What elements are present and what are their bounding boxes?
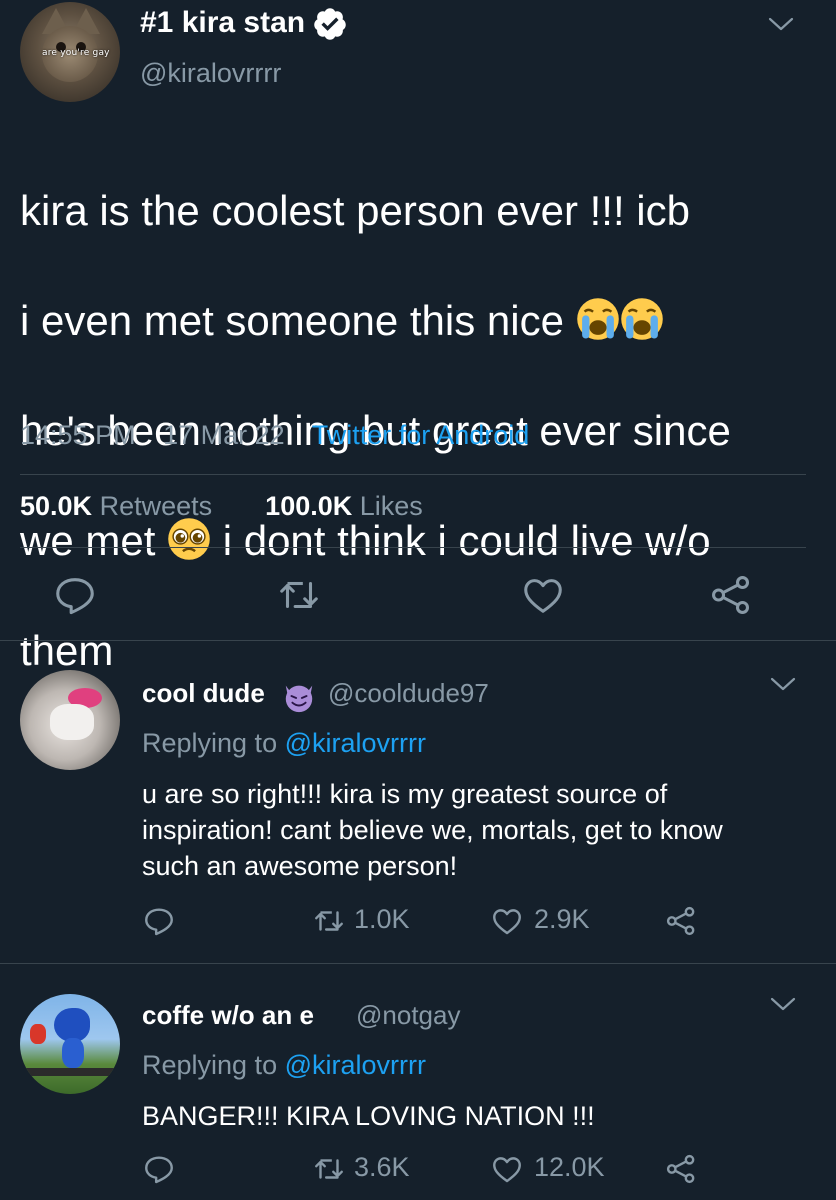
reply-author-name[interactable]: coffe w/o an e <box>142 1000 314 1031</box>
tweet-date: 17 Mar 22 <box>163 420 285 450</box>
likes-label[interactable]: Likes <box>360 491 423 521</box>
chevron-down-icon[interactable] <box>768 674 798 694</box>
pleading-face-icon <box>168 518 210 560</box>
tweet-time: 14:55 PM <box>20 420 136 450</box>
reply-like-count[interactable]: 12.0K <box>534 1152 605 1183</box>
retweets-count[interactable]: 50.0K <box>20 491 92 521</box>
share-icon[interactable] <box>664 904 698 938</box>
replying-prefix: Replying to <box>142 1050 278 1080</box>
divider <box>0 963 836 964</box>
author-display-name[interactable]: #1 kira stan <box>140 6 305 40</box>
like-heart-icon[interactable] <box>520 572 566 618</box>
author-handle[interactable]: @kiralovrrrr <box>140 58 281 89</box>
share-icon[interactable] <box>708 572 754 618</box>
replying-prefix: Replying to <box>142 728 278 758</box>
like-heart-icon[interactable] <box>490 904 524 938</box>
tweet-line-text: i dont think i could live w/o <box>222 517 711 564</box>
avatar-pony-body <box>50 704 94 740</box>
avatar-banner <box>20 1068 120 1076</box>
reply-author-handle[interactable]: @notgay <box>356 1000 460 1031</box>
tweet-line: kira is the coolest person ever !!! icb <box>20 187 690 234</box>
share-icon[interactable] <box>664 1152 698 1186</box>
tweet-line: them <box>20 627 114 674</box>
likes-count[interactable]: 100.0K <box>265 491 352 521</box>
reply-icon[interactable] <box>52 572 98 618</box>
like-heart-icon[interactable] <box>490 1152 524 1186</box>
replying-to: Replying to @kiralovrrrr <box>142 1050 426 1081</box>
avatar-coffe[interactable] <box>20 994 120 1094</box>
replying-to-handle[interactable]: @kiralovrrrr <box>285 728 426 758</box>
tweet-line-text: we met <box>20 517 156 564</box>
avatar-character <box>30 1024 46 1044</box>
tweet-meta: 14:55 PM 17 Mar 22 Twitter for Android <box>20 420 549 451</box>
avatar-sonic-body <box>62 1038 84 1068</box>
chevron-down-icon[interactable] <box>766 14 796 34</box>
tweet-line-text: i even met someone this nice <box>20 297 564 344</box>
avatar-main[interactable]: are you're gay <box>20 2 120 102</box>
reply-retweet-count[interactable]: 3.6K <box>354 1152 410 1183</box>
verified-badge-icon <box>314 8 346 40</box>
loudly-crying-face-icon <box>576 298 619 340</box>
divider <box>20 547 806 548</box>
reply-author-name[interactable]: cool dude <box>142 678 265 709</box>
tweet-stats: 50.0K Retweets 100.0K Likes <box>20 491 423 522</box>
replying-to: Replying to @kiralovrrrr <box>142 728 426 759</box>
avatar-caption: are you're gay <box>42 48 110 58</box>
retweet-icon[interactable] <box>276 572 322 618</box>
reply-text: u are so right!!! kira is my greatest so… <box>142 779 723 881</box>
divider <box>0 640 836 641</box>
reply-author-handle[interactable]: @cooldude97 <box>328 678 489 709</box>
reply-text: BANGER!!! KIRA LOVING NATION !!! <box>142 1101 595 1131</box>
reply-icon[interactable] <box>142 1152 176 1186</box>
smiling-face-with-horns-icon <box>285 685 313 713</box>
replying-to-handle[interactable]: @kiralovrrrr <box>285 1050 426 1080</box>
reply-like-count[interactable]: 2.9K <box>534 904 590 935</box>
retweet-icon[interactable] <box>312 904 346 938</box>
divider <box>20 474 806 475</box>
loudly-crying-face-icon <box>620 298 663 340</box>
avatar-sonic-head <box>54 1008 90 1042</box>
tweet-source-link[interactable]: Twitter for Android <box>312 420 530 450</box>
chevron-down-icon[interactable] <box>768 994 798 1014</box>
reply-retweet-count[interactable]: 1.0K <box>354 904 410 935</box>
retweets-label[interactable]: Retweets <box>100 491 213 521</box>
avatar-cooldude[interactable] <box>20 670 120 770</box>
tweet-line: i even met someone this nice <box>20 293 820 348</box>
reply-icon[interactable] <box>142 904 176 938</box>
retweet-icon[interactable] <box>312 1152 346 1186</box>
